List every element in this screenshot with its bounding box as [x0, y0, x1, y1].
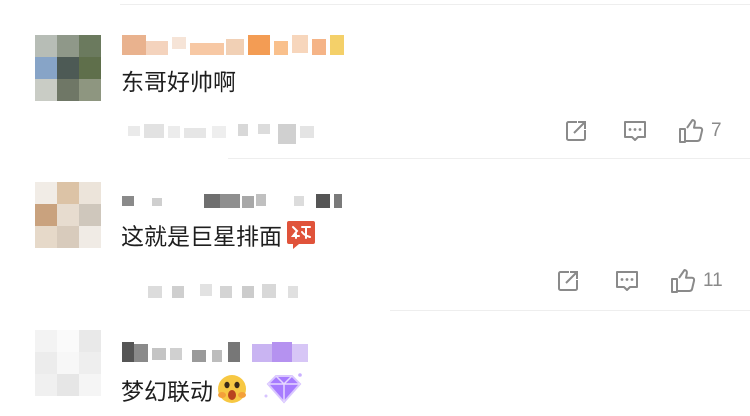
- username[interactable]: [122, 192, 342, 212]
- avatar[interactable]: [35, 35, 101, 101]
- repost-button[interactable]: [563, 116, 589, 146]
- surprised-face-emoji: [216, 373, 248, 413]
- like-button[interactable]: 7: [677, 116, 722, 146]
- comment-icon: [613, 267, 641, 295]
- comment-text: 梦幻联动: [121, 370, 306, 416]
- like-icon: [669, 267, 697, 295]
- comment-icon: [621, 117, 649, 145]
- comment-text-content: 梦幻联动: [121, 379, 213, 406]
- username[interactable]: [122, 35, 347, 55]
- comment-text: 东哥好帅啊: [121, 70, 236, 96]
- jingdong-badge-icon: [285, 218, 317, 258]
- action-bar: 11: [555, 266, 745, 296]
- comment-text-content: 这就是巨星排面: [121, 224, 282, 251]
- username[interactable]: [122, 342, 312, 362]
- comment-meta: [128, 124, 318, 144]
- comment-button[interactable]: [621, 116, 649, 146]
- purple-gem-icon: [262, 370, 306, 416]
- action-bar: 7: [563, 116, 743, 146]
- repost-icon: [555, 268, 581, 294]
- repost-icon: [563, 118, 589, 144]
- avatar[interactable]: [35, 182, 101, 248]
- repost-button[interactable]: [555, 266, 581, 296]
- like-count: 11: [703, 270, 723, 291]
- divider: [390, 310, 750, 311]
- divider: [228, 158, 750, 159]
- comment-item: 东哥好帅啊 7: [0, 0, 750, 160]
- comment-text: 这就是巨星排面: [121, 218, 317, 258]
- like-count: 7: [711, 120, 722, 141]
- comment-item: 梦幻联动: [0, 312, 750, 414]
- avatar[interactable]: [35, 330, 101, 396]
- like-icon: [677, 117, 705, 145]
- comment-meta: [148, 284, 308, 300]
- comment-item: 这就是巨星排面 11: [0, 160, 750, 310]
- comment-button[interactable]: [613, 266, 641, 296]
- like-button[interactable]: 11: [669, 266, 723, 296]
